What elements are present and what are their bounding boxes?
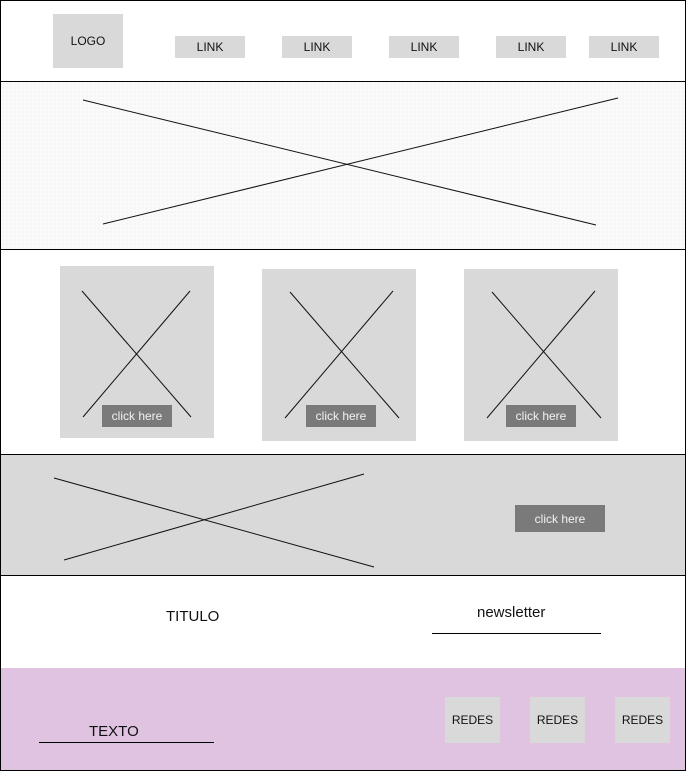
banner-section: click here: [1, 455, 685, 576]
social-link-3[interactable]: REDES: [615, 697, 670, 743]
nav-link-1[interactable]: LINK: [175, 36, 245, 58]
social-link-1[interactable]: REDES: [445, 697, 500, 743]
title-row: TITULO newsletter: [1, 576, 685, 668]
card-1-click-button[interactable]: click here: [102, 405, 172, 427]
nav-link-3[interactable]: LINK: [389, 36, 459, 58]
banner-click-button[interactable]: click here: [515, 505, 605, 532]
footer: TEXTO REDES REDES REDES: [1, 668, 685, 770]
nav-link-4[interactable]: LINK: [496, 36, 566, 58]
social-link-2[interactable]: REDES: [530, 697, 585, 743]
newsletter-label: newsletter: [477, 604, 546, 621]
cards-section: click here click here click here: [1, 250, 685, 455]
newsletter-input-line[interactable]: [432, 633, 601, 634]
card-2-click-button[interactable]: click here: [306, 405, 376, 427]
footer-text: TEXTO: [89, 723, 139, 740]
header: LOGO LINK LINK LINK LINK LINK: [1, 1, 685, 82]
card-1: click here: [60, 266, 214, 438]
wireframe-page: LOGO LINK LINK LINK LINK LINK click here…: [0, 0, 686, 771]
footer-text-underline: [39, 742, 214, 743]
nav-link-2[interactable]: LINK: [282, 36, 352, 58]
card-2: click here: [262, 269, 416, 441]
section-title: TITULO: [166, 608, 220, 625]
card-3: click here: [464, 269, 618, 441]
nav-link-5[interactable]: LINK: [589, 36, 659, 58]
hero-image-placeholder: [1, 82, 685, 250]
card-3-click-button[interactable]: click here: [506, 405, 576, 427]
hero-image-cross-icon: [82, 97, 619, 226]
logo[interactable]: LOGO: [53, 14, 123, 68]
